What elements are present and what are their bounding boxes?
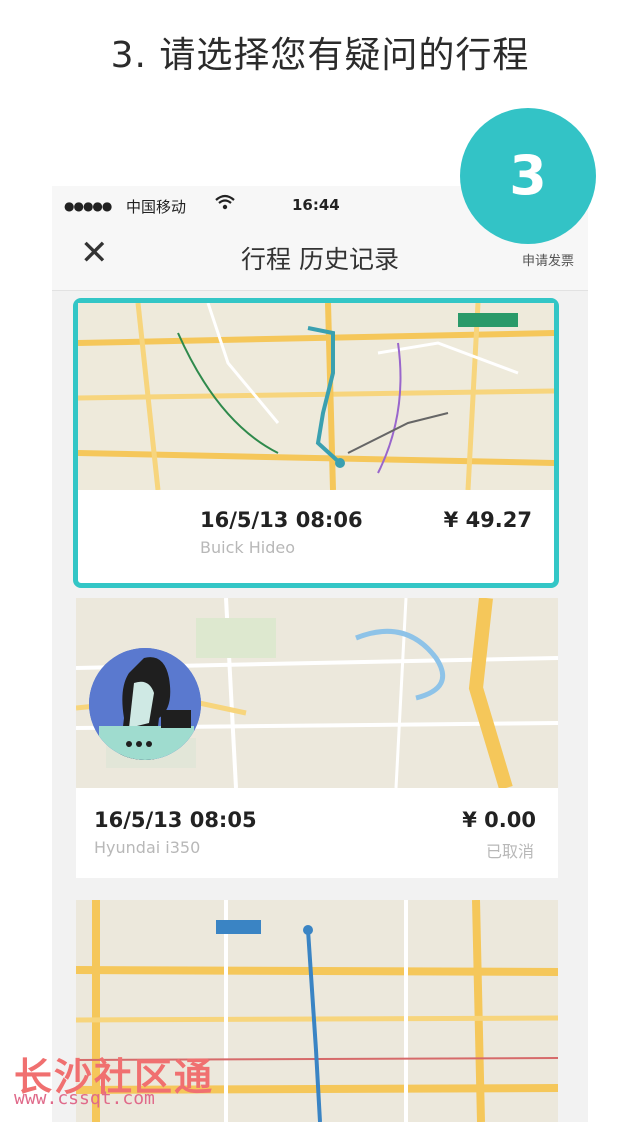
- trip-car: Hyundai i350: [94, 838, 201, 857]
- carrier-label: 中国移动: [126, 198, 187, 216]
- page-title: 行程 历史记录: [241, 245, 399, 274]
- trip-map-1: [78, 303, 554, 490]
- trip-status: 已取消: [485, 842, 534, 861]
- request-invoice-button[interactable]: 申请发票: [522, 250, 574, 269]
- status-time: 16:44: [292, 196, 340, 214]
- trip-card-1[interactable]: 16/5/13 08:06 Buick Hideo ¥ 49.27: [73, 298, 559, 588]
- trip-datetime: 16/5/13 08:05: [94, 808, 257, 832]
- trip-info-1: 16/5/13 08:06 Buick Hideo ¥ 49.27: [78, 490, 554, 578]
- trip-info-2: 16/5/13 08:05 Hyundai i350 ¥ 0.00 已取消: [76, 788, 558, 878]
- trip-price: ¥ 0.00: [462, 808, 536, 832]
- watermark-url: www.cssqt.com: [14, 1088, 155, 1109]
- driver-avatar: [89, 648, 201, 760]
- page-heading: 3. 请选择您有疑问的行程: [110, 35, 530, 76]
- phone-screen: ●●●●● 中国移动 16:44 ✕ 行程 历史记录 申请发票 16/5/13 …: [52, 186, 588, 1122]
- step-badge: 3: [460, 108, 596, 244]
- trip-price: ¥ 49.27: [443, 508, 532, 532]
- wifi-icon: [214, 193, 236, 215]
- trip-car: Buick Hideo: [200, 538, 295, 557]
- signal-icon: ●●●●●: [64, 199, 112, 213]
- trip-datetime: 16/5/13 08:06: [200, 508, 363, 532]
